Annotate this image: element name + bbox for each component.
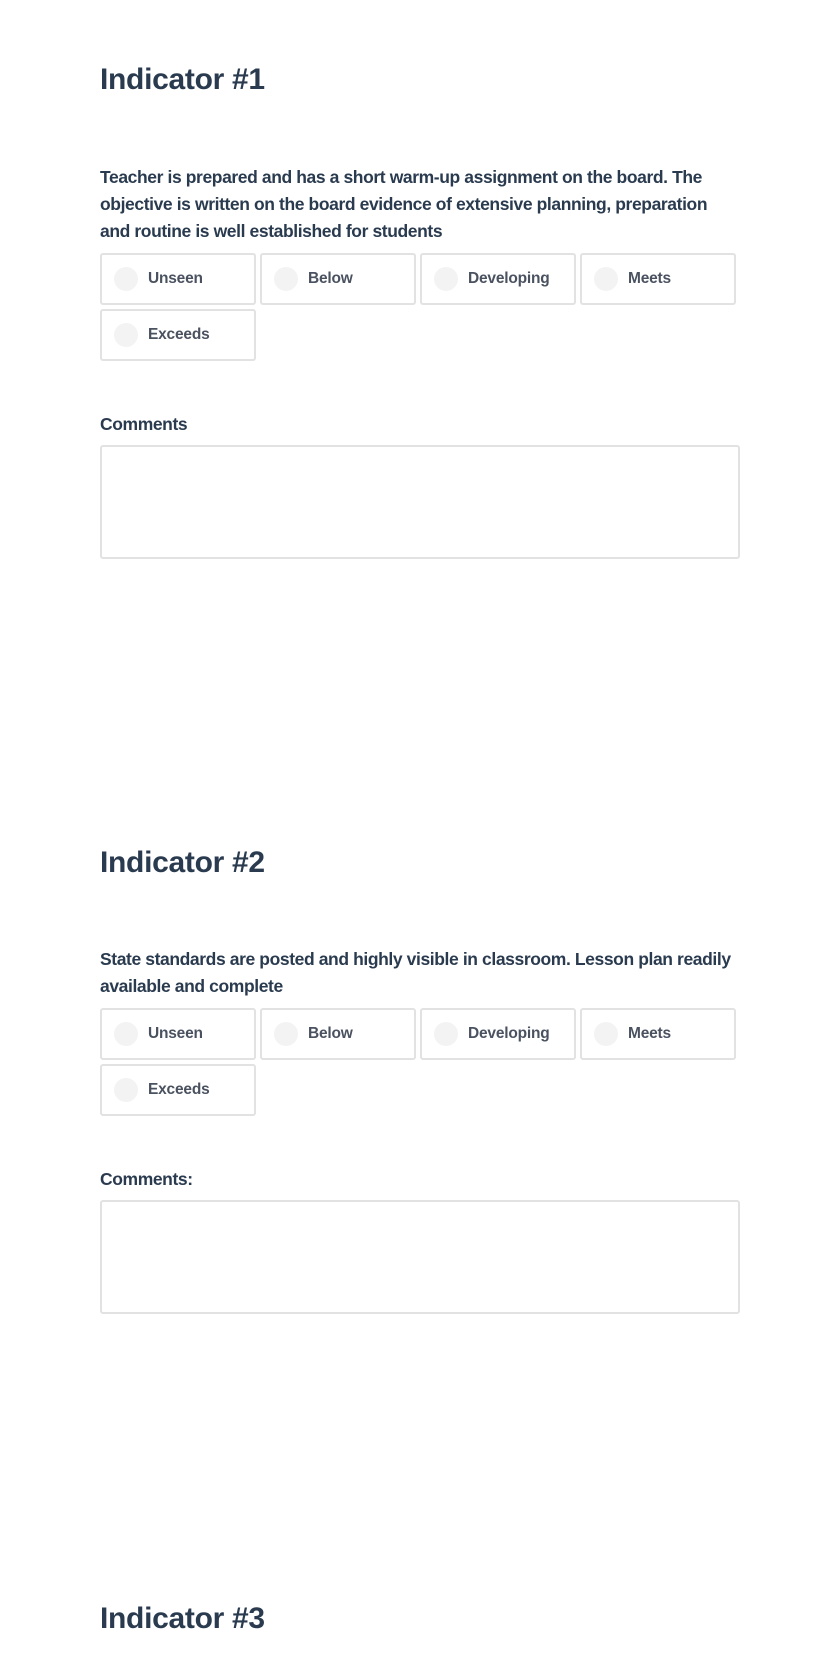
comments-textarea[interactable] <box>100 1200 740 1314</box>
option-meets[interactable]: Meets <box>580 253 736 305</box>
option-exceeds[interactable]: Exceeds <box>100 309 256 361</box>
option-below[interactable]: Below <box>260 253 416 305</box>
option-label: Exceeds <box>148 326 210 343</box>
rating-options: Unseen Below Developing Meets Exceeds <box>100 1008 760 1120</box>
radio-icon <box>434 1022 458 1046</box>
radio-icon <box>274 267 298 291</box>
option-meets[interactable]: Meets <box>580 1008 736 1060</box>
option-exceeds[interactable]: Exceeds <box>100 1064 256 1116</box>
option-developing[interactable]: Developing <box>420 253 576 305</box>
indicator-2-question: State standards are posted and highly vi… <box>100 946 740 1120</box>
radio-icon <box>114 267 138 291</box>
indicator-3-section: Indicator #3 <box>100 1601 740 1637</box>
radio-icon <box>594 1022 618 1046</box>
indicator-title: Indicator #1 <box>100 63 265 96</box>
option-below[interactable]: Below <box>260 1008 416 1060</box>
comments-label: Comments <box>100 414 188 434</box>
rating-options: Unseen Below Developing Meets Exceeds <box>100 253 760 365</box>
option-label: Below <box>308 270 353 287</box>
option-label: Meets <box>628 270 671 287</box>
radio-icon <box>114 323 138 347</box>
option-label: Unseen <box>148 270 203 287</box>
indicator-description: Teacher is prepared and has a short warm… <box>100 167 708 241</box>
indicator-title: Indicator #3 <box>100 1602 265 1635</box>
option-label: Exceeds <box>148 1081 210 1098</box>
option-label: Meets <box>628 1025 671 1042</box>
indicator-title: Indicator #2 <box>100 846 265 879</box>
radio-icon <box>114 1022 138 1046</box>
radio-icon <box>594 267 618 291</box>
option-label: Below <box>308 1025 353 1042</box>
indicator-description: State standards are posted and highly vi… <box>100 949 731 996</box>
indicator-1-section: Indicator #1 <box>100 62 740 98</box>
option-label: Unseen <box>148 1025 203 1042</box>
radio-icon <box>434 267 458 291</box>
indicator-2-section: Indicator #2 <box>100 845 740 881</box>
radio-icon <box>114 1078 138 1102</box>
option-label: Developing <box>468 270 550 287</box>
indicator-2-comments: Comments: <box>100 1168 740 1314</box>
option-developing[interactable]: Developing <box>420 1008 576 1060</box>
radio-icon <box>274 1022 298 1046</box>
comments-label: Comments: <box>100 1169 193 1189</box>
comments-textarea[interactable] <box>100 445 740 559</box>
option-unseen[interactable]: Unseen <box>100 1008 256 1060</box>
option-unseen[interactable]: Unseen <box>100 253 256 305</box>
option-label: Developing <box>468 1025 550 1042</box>
indicator-1-question: Teacher is prepared and has a short warm… <box>100 164 740 365</box>
indicator-1-comments: Comments <box>100 413 740 559</box>
